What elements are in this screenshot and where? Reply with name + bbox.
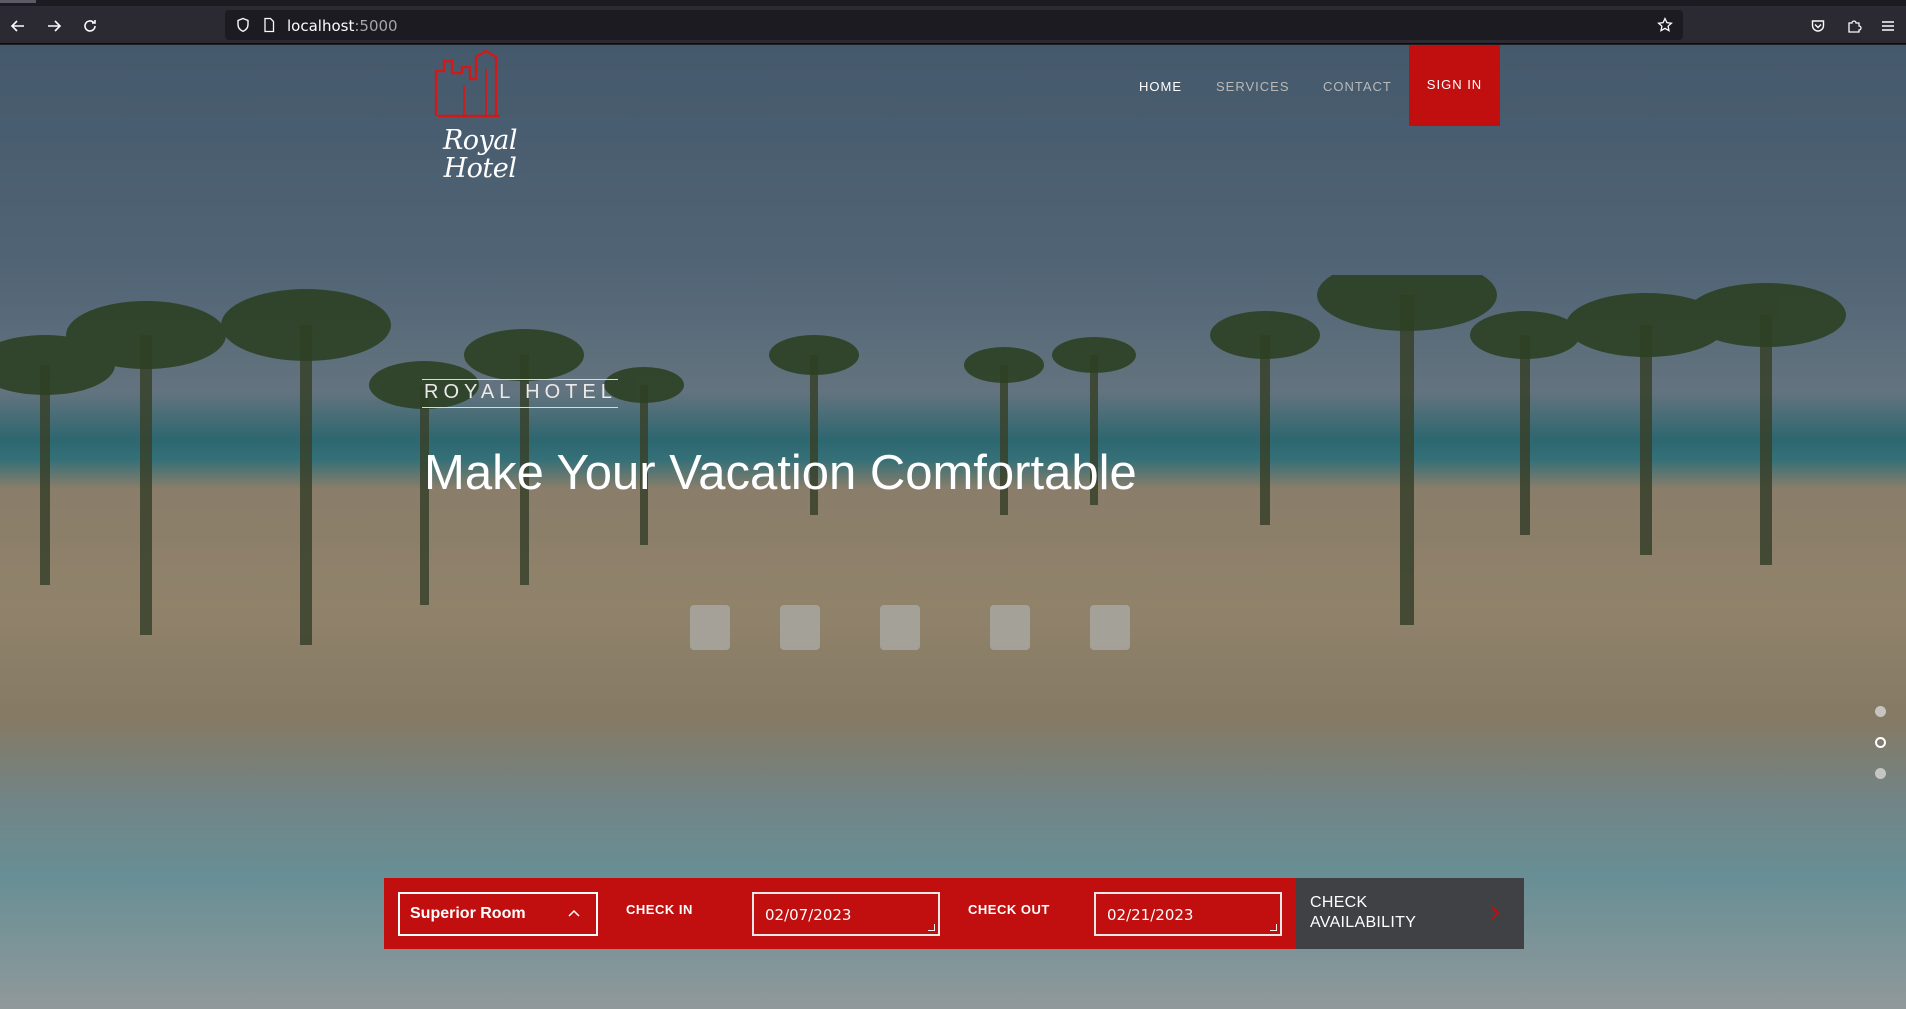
nav-home-link[interactable]: HOME [1139,79,1182,94]
logo-line-1: Royal [442,125,518,156]
check-availability-button[interactable]: CHECK AVAILABILITY [1296,878,1524,949]
nav-contact-link[interactable]: CONTACT [1323,79,1392,94]
slider-dot-1[interactable] [1875,706,1886,717]
chevron-right-icon [1491,906,1500,920]
forward-arrow-icon [48,20,62,32]
reload-icon [84,20,96,32]
check-in-label: CHECK IN [626,902,693,917]
room-type-value: Superior Room [410,905,526,922]
bookmark-star-icon[interactable] [1657,17,1673,33]
resize-grip-icon [1270,924,1277,931]
hamburger-menu-icon [1882,21,1894,31]
page-viewport: Royal Hotel HOME SERVICES CONTACT SIGN I… [0,45,1906,1009]
check-out-date-value: 02/21/2023 [1107,906,1194,924]
sign-in-button[interactable]: SIGN IN [1409,45,1500,126]
room-type-select[interactable]: Superior Room [398,892,598,936]
hero-headline: Make Your Vacation Comfortable [424,446,1137,500]
eyebrow-top-rule [422,379,618,380]
tab-indicator [0,0,36,3]
nav-services-link[interactable]: SERVICES [1216,79,1290,94]
extensions-button[interactable] [1840,12,1868,40]
forward-button[interactable] [40,12,68,40]
slider-dot-2-active[interactable] [1875,737,1886,748]
puzzle-icon [1848,20,1862,33]
pocket-button[interactable] [1804,12,1832,40]
logo-line-2: Hotel [443,153,517,184]
chevron-up-icon [568,909,580,917]
booking-form: Superior Room CHECK IN 02/07/2023 CHECK … [384,878,1296,949]
resize-grip-icon [928,924,935,931]
check-in-date-value: 02/07/2023 [765,906,852,924]
back-arrow-icon [10,20,24,32]
address-bar[interactable]: localhost:5000 [225,10,1683,40]
eyebrow-bottom-rule [422,407,618,408]
slider-dot-3[interactable] [1875,768,1886,779]
logo-wordmark[interactable]: Royal Hotel [434,127,526,183]
check-in-date-input[interactable]: 02/07/2023 [752,892,940,936]
shield-icon[interactable] [235,17,251,33]
hero-eyebrow: ROYAL HOTEL [424,381,617,403]
browser-toolbar: localhost:5000 [0,6,1906,44]
reload-button[interactable] [76,12,104,40]
url-text[interactable]: localhost:5000 [287,17,398,35]
check-out-date-input[interactable]: 02/21/2023 [1094,892,1282,936]
check-out-label: CHECK OUT [968,902,1050,917]
back-button[interactable] [4,12,32,40]
menu-button[interactable] [1874,12,1902,40]
page-icon [264,17,275,33]
pocket-icon [1811,20,1825,32]
hero-overlay [0,45,1906,1009]
